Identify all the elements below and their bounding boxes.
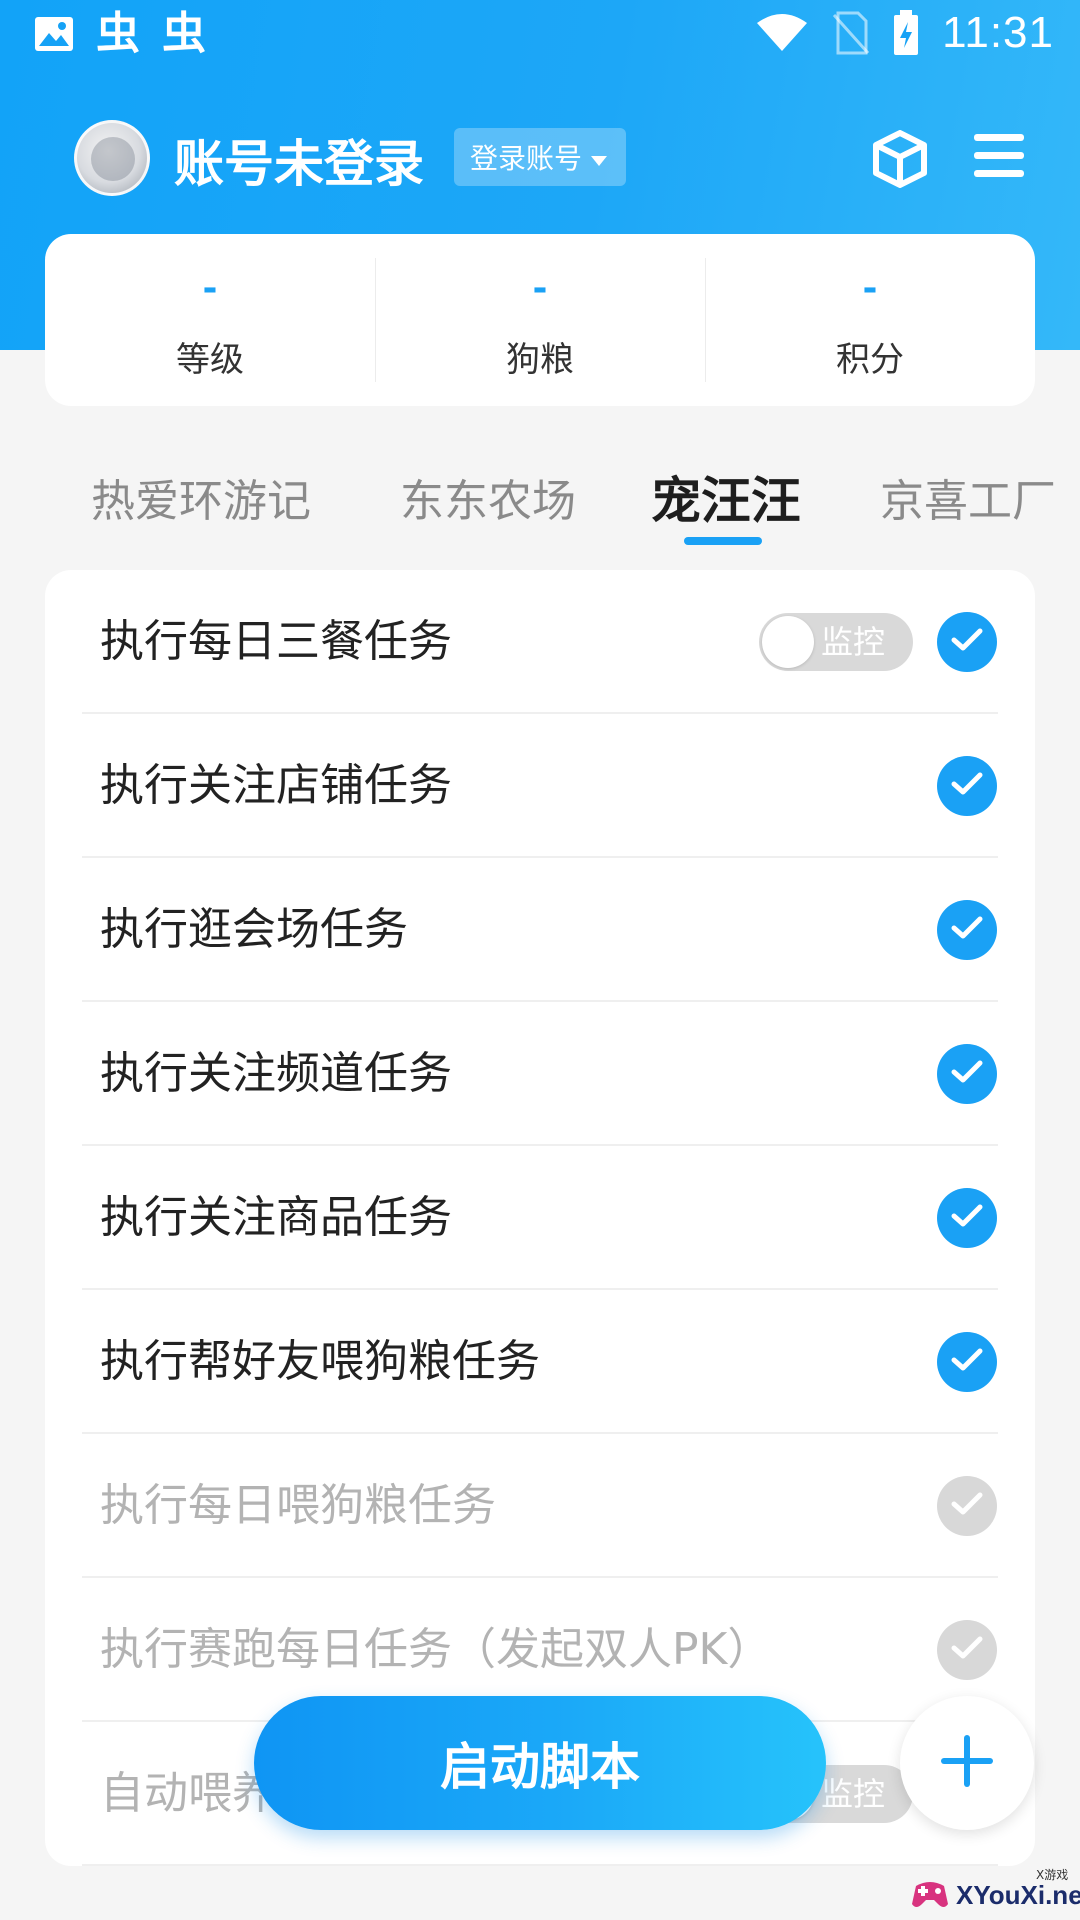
task-label: 执行关注频道任务 — [100, 1048, 452, 1099]
task-row[interactable]: 执行逛会场任务 — [45, 858, 1035, 1002]
task-checkbox[interactable] — [937, 1476, 997, 1536]
stat-value: - — [862, 268, 878, 309]
caret-down-icon — [590, 141, 608, 174]
check-icon — [951, 1060, 983, 1088]
add-button[interactable] — [900, 1696, 1034, 1830]
check-icon — [951, 1492, 983, 1520]
tab-farm[interactable]: 东东农场 — [400, 465, 576, 529]
battery-charging-icon — [892, 10, 920, 56]
task-row[interactable]: 执行每日三餐任务 监控 — [45, 570, 1035, 714]
stat-label: 等级 — [176, 340, 244, 380]
cube-icon[interactable] — [872, 130, 928, 192]
account-status-title: 账号未登录 — [174, 135, 424, 193]
stat-points: - 积分 — [705, 234, 1035, 406]
task-checkbox[interactable] — [937, 1044, 997, 1104]
check-icon — [951, 1204, 983, 1232]
task-row[interactable]: 执行帮好友喂狗粮任务 — [45, 1290, 1035, 1434]
chongchong-icon: 虫 — [96, 8, 140, 59]
menu-icon[interactable] — [974, 134, 1024, 182]
chongchong-icon: 虫 — [162, 8, 206, 59]
tab-travel[interactable]: 热爱环游记 — [91, 465, 311, 529]
stat-level: - 等级 — [45, 234, 375, 406]
task-label: 执行帮好友喂狗粮任务 — [100, 1336, 540, 1387]
stat-value: - — [202, 268, 218, 309]
start-script-button[interactable]: 启动脚本 — [254, 1696, 826, 1830]
check-icon — [951, 1636, 983, 1664]
account-header: 账号未登录 登录账号 — [74, 120, 1034, 200]
gallery-icon — [34, 16, 74, 52]
stat-label: 狗粮 — [506, 340, 574, 380]
active-tab-indicator — [684, 537, 762, 545]
tab-factory[interactable]: 京喜工厂 — [880, 465, 1056, 529]
stat-value: - — [532, 268, 548, 309]
gamepad-logo-icon — [910, 1876, 950, 1912]
check-icon — [951, 1348, 983, 1376]
task-label: 自动喂养 — [100, 1768, 276, 1819]
stat-dog-food: - 狗粮 — [375, 234, 705, 406]
avatar[interactable] — [74, 120, 150, 196]
check-icon — [951, 916, 983, 944]
monitor-label: 监控 — [821, 1775, 886, 1813]
check-icon — [951, 628, 983, 656]
task-checkbox[interactable] — [937, 1188, 997, 1248]
no-sim-icon — [830, 11, 870, 55]
task-row[interactable]: 执行每日喂狗粮任务 — [45, 1434, 1035, 1578]
clock: 11:31 — [942, 8, 1054, 57]
stat-label: 积分 — [836, 340, 904, 380]
task-label: 执行关注商品任务 — [100, 1192, 452, 1243]
task-list-card: 执行每日三餐任务 监控 执行关注店铺任务 执行逛会场任务 执行关注频道任务 执行… — [45, 570, 1035, 1866]
watermark-text: XYouXi.net — [956, 1880, 1080, 1910]
check-icon — [951, 772, 983, 800]
task-checkbox[interactable] — [937, 612, 997, 672]
wifi-icon — [756, 13, 808, 53]
stats-card: - 等级 - 狗粮 - 积分 — [45, 234, 1035, 406]
task-row[interactable]: 执行关注频道任务 — [45, 1002, 1035, 1146]
task-label: 执行关注店铺任务 — [100, 760, 452, 811]
plus-icon — [939, 1733, 995, 1793]
toggle-knob — [762, 616, 814, 668]
task-checkbox[interactable] — [937, 1332, 997, 1392]
game-tabs: 热爱环游记 东东农场 宠汪汪 京喜工厂 — [0, 455, 1080, 555]
divider — [82, 1864, 998, 1866]
status-bar: 虫 虫 11:31 — [0, 0, 1080, 76]
task-checkbox[interactable] — [937, 756, 997, 816]
task-label: 执行每日喂狗粮任务 — [100, 1480, 496, 1531]
monitor-label: 监控 — [821, 623, 886, 661]
monitor-toggle[interactable]: 监控 — [759, 613, 913, 671]
task-row[interactable]: 执行关注店铺任务 — [45, 714, 1035, 858]
watermark-small: X游戏 — [1036, 1868, 1069, 1882]
tab-pet-dog[interactable]: 宠汪汪 — [651, 461, 801, 533]
login-account-button[interactable]: 登录账号 — [454, 128, 626, 186]
task-checkbox[interactable] — [937, 900, 997, 960]
task-checkbox[interactable] — [937, 1620, 997, 1680]
task-label: 执行逛会场任务 — [100, 904, 408, 955]
login-button-label: 登录账号 — [470, 142, 583, 175]
watermark: XYouXi.net X游戏 — [910, 1866, 1080, 1916]
task-label: 执行每日三餐任务 — [100, 616, 452, 667]
task-row[interactable]: 执行关注商品任务 — [45, 1146, 1035, 1290]
